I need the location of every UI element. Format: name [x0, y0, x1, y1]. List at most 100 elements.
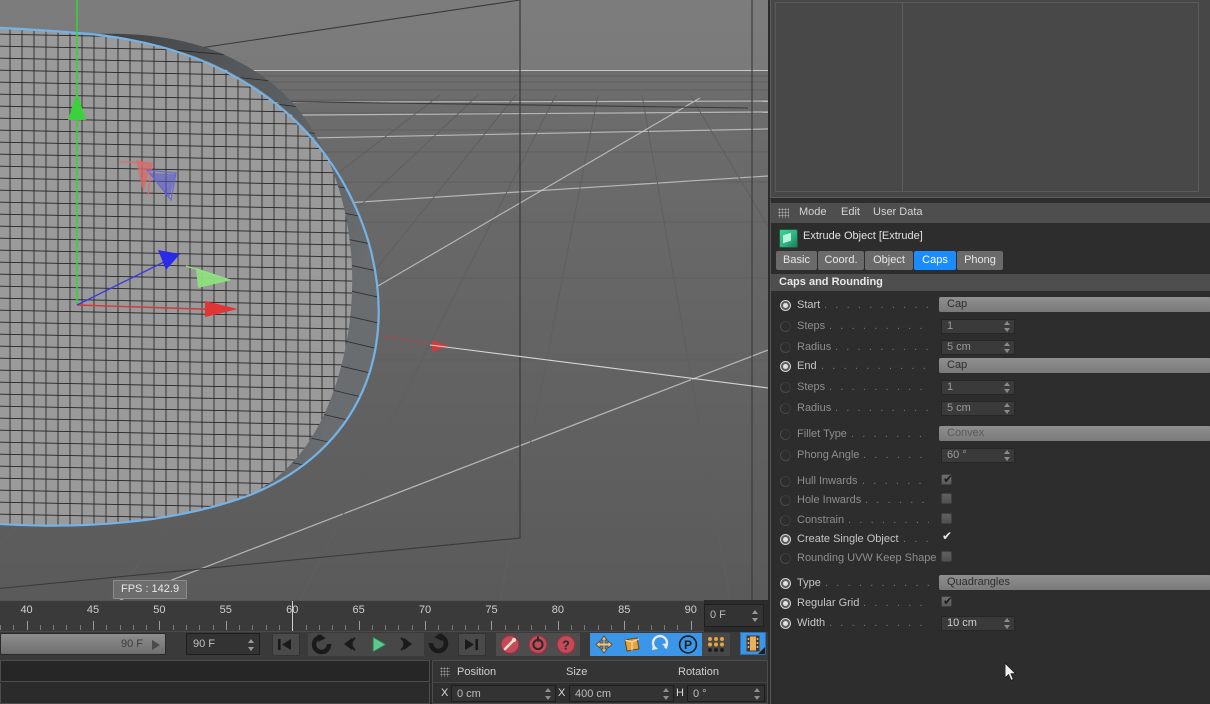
animate-track-icon[interactable] [780, 553, 791, 564]
property-number-spinner[interactable] [1004, 321, 1011, 332]
play-reverse-loop-button[interactable] [308, 633, 336, 656]
position-x-spinner[interactable] [545, 688, 552, 700]
tab-coord[interactable]: Coord. [818, 251, 864, 270]
tab-basic[interactable]: Basic [776, 251, 817, 270]
animate-track-icon[interactable] [780, 342, 791, 353]
animate-track-icon[interactable] [780, 429, 791, 440]
animation-toolbar: 90 F 90 F ? P [0, 632, 768, 660]
property-number-field[interactable]: 60 ° [941, 448, 1015, 463]
animate-track-icon[interactable] [780, 382, 791, 393]
property-dropdown[interactable]: Quadrangles [939, 575, 1210, 590]
timeline-toggle-button[interactable] [740, 632, 766, 655]
property-checkbox[interactable] [941, 551, 952, 562]
property-checkbox[interactable] [941, 493, 952, 504]
animate-track-enabled-icon[interactable] [780, 361, 791, 372]
menu-edit[interactable]: Edit [841, 206, 860, 218]
autokeying-button[interactable] [524, 633, 552, 656]
property-number-field[interactable]: 10 cm [941, 616, 1015, 631]
property-number-spinner[interactable] [1004, 382, 1011, 393]
param-track-toggle[interactable]: P [674, 633, 702, 656]
current-frame-spinner[interactable] [752, 609, 759, 623]
ruler-minor-tick [411, 625, 413, 630]
property-checkbox[interactable] [941, 513, 952, 524]
property-number-field[interactable]: 1 [941, 319, 1015, 334]
property-number-spinner[interactable] [1004, 618, 1011, 629]
ruler-major-tick [557, 621, 559, 630]
viewport-perspective[interactable]: FPS : 142.9 [0, 0, 768, 600]
current-frame-field[interactable]: 0 F [704, 604, 764, 627]
animate-track-icon[interactable] [780, 403, 791, 414]
next-key-button[interactable] [392, 633, 420, 656]
rotation-h-spinner[interactable] [754, 688, 761, 700]
mouse-cursor [1005, 663, 1017, 681]
position-x-field[interactable]: 0 cm [451, 685, 556, 702]
animate-track-enabled-icon[interactable] [780, 598, 791, 609]
animate-track-icon[interactable] [780, 495, 791, 506]
animate-track-enabled-icon[interactable] [780, 534, 791, 545]
property-number-field[interactable]: 5 cm [941, 401, 1015, 416]
property-number-spinner[interactable] [1004, 342, 1011, 353]
slider-right-arrow-icon[interactable] [152, 640, 160, 650]
property-number-field[interactable]: 1 [941, 380, 1015, 395]
animate-track-enabled-icon[interactable] [780, 300, 791, 311]
tab-caps[interactable]: Caps [914, 251, 956, 270]
animate-track-icon[interactable] [780, 450, 791, 461]
attribute-grip-icon[interactable] [778, 208, 789, 218]
ruler-minor-tick [53, 625, 55, 630]
property-dropdown[interactable]: Cap [939, 358, 1210, 373]
loop-forward-button[interactable] [424, 632, 452, 655]
play-forward-button[interactable] [364, 633, 392, 656]
animate-track-enabled-icon[interactable] [780, 618, 791, 629]
playhead[interactable] [292, 601, 294, 632]
extrude-object-mesh[interactable] [0, 0, 768, 600]
rotation-h-field[interactable]: 0 ° [687, 685, 765, 702]
object-manager-list[interactable] [775, 2, 1199, 192]
coordinates-header: Position Size Rotation [433, 661, 767, 683]
keyframe-selection-button[interactable]: ? [552, 633, 580, 656]
size-x-field[interactable]: 400 cm [569, 685, 674, 702]
property-leader-dots: . . . . . . . . . . . . . [862, 475, 929, 487]
property-checkbox[interactable]: ✔ [941, 473, 953, 485]
property-row: Steps. . . . . . . . . . . . . . . . . 1 [771, 378, 1210, 398]
tab-object[interactable]: Object [865, 251, 913, 270]
property-label: Rounding UVW Keep Shape [797, 552, 937, 564]
property-checkbox[interactable]: ✔ [941, 595, 953, 607]
property-leader-dots: . . . . . . . [903, 533, 929, 545]
lower-left-panel[interactable] [0, 683, 430, 704]
menu-user-data[interactable]: User Data [873, 206, 923, 218]
ruler-minor-tick [252, 625, 254, 630]
object-manager-panel[interactable] [770, 0, 1210, 198]
previous-key-button[interactable] [336, 633, 364, 656]
property-checkbox[interactable]: ✔ [941, 530, 952, 543]
property-number-spinner[interactable] [1004, 450, 1011, 461]
ruler-major-tick [491, 621, 493, 630]
go-to-end-button[interactable] [458, 633, 486, 656]
property-dropdown-value: Cap [947, 359, 968, 371]
end-frame-spinner[interactable] [248, 638, 255, 652]
position-track-toggle[interactable] [590, 633, 618, 656]
coordinates-grip-icon[interactable] [440, 667, 450, 677]
property-row: Radius. . . . . . . . . . . . . . . . 5 c… [771, 338, 1210, 358]
go-to-start-button[interactable] [272, 633, 300, 656]
animate-track-enabled-icon[interactable] [780, 578, 791, 589]
animate-track-icon[interactable] [780, 321, 791, 332]
record-active-objects-button[interactable] [496, 633, 524, 656]
size-x-spinner[interactable] [663, 688, 670, 700]
rotation-track-toggle[interactable] [646, 633, 674, 656]
material-manager-panel[interactable] [0, 660, 430, 682]
menu-mode[interactable]: Mode [799, 206, 827, 218]
property-dropdown[interactable]: Cap [939, 297, 1210, 312]
animate-track-icon[interactable] [780, 476, 791, 487]
end-frame-field[interactable]: 90 F [186, 633, 260, 655]
ruler-minor-tick [13, 625, 15, 630]
tab-phong[interactable]: Phong [957, 251, 1003, 270]
property-number-field[interactable]: 5 cm [941, 340, 1015, 355]
property-dropdown[interactable]: Convex [939, 426, 1210, 441]
scale-track-toggle[interactable] [618, 633, 646, 656]
animate-track-icon[interactable] [780, 515, 791, 526]
point-level-animation-toggle[interactable] [702, 633, 730, 656]
property-row: Constrain. . . . . . . . . . . . . . [771, 511, 1210, 531]
property-number-spinner[interactable] [1004, 403, 1011, 414]
timeline-ruler[interactable]: 4045505560657075808590 [0, 600, 704, 632]
timeline-range-slider[interactable]: 90 F [0, 633, 166, 655]
